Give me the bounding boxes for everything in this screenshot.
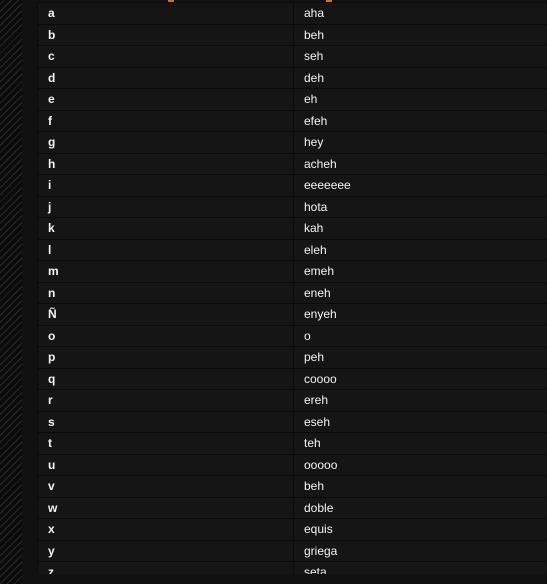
cell-letter: r — [37, 389, 294, 412]
cell-name: efeh — [293, 109, 547, 132]
table-row[interactable]: y griega — [37, 539, 547, 562]
cell-letter: h — [37, 152, 294, 175]
cell-letter: g — [37, 131, 294, 154]
hatched-left-margin — [0, 0, 22, 584]
cell-name: teh — [293, 432, 547, 455]
cell-name: peh — [293, 346, 547, 369]
cell-name: ooooo — [293, 453, 547, 476]
cell-name: eseh — [293, 410, 547, 433]
cell-name: eneh — [293, 281, 547, 304]
cell-letter: b — [37, 23, 294, 46]
cell-letter: n — [37, 281, 294, 304]
cell-name: eh — [293, 88, 547, 111]
table-region: a aha b beh c seh d deh e eh f efeh g hey h acheh i eeeee… — [37, 0, 547, 584]
table-row[interactable]: t teh — [37, 432, 547, 455]
cell-letter: l — [37, 238, 294, 261]
cell-letter: d — [37, 66, 294, 89]
cell-name: doble — [293, 496, 547, 519]
table-row[interactable]: u ooooo — [37, 453, 547, 476]
table-row[interactable]: p peh — [37, 346, 547, 369]
cell-name: deh — [293, 66, 547, 89]
cell-name: emeh — [293, 260, 547, 283]
cell-name: ereh — [293, 389, 547, 412]
page-left-margin — [22, 0, 37, 584]
cell-letter: i — [37, 174, 294, 197]
cell-letter: w — [37, 496, 294, 519]
cell-letter: a — [37, 2, 294, 25]
cell-name: eeeeeee — [293, 174, 547, 197]
page-root: a aha b beh c seh d deh e eh f efeh g hey h acheh i eeeee… — [0, 0, 547, 584]
cell-name: coooo — [293, 367, 547, 390]
table-row[interactable]: w doble — [37, 496, 547, 519]
table-row[interactable]: l eleh — [37, 238, 547, 261]
table-row[interactable]: h acheh — [37, 152, 547, 175]
cell-name: equis — [293, 518, 547, 541]
table-row[interactable]: v beh — [37, 475, 547, 498]
cell-letter: m — [37, 260, 294, 283]
table-row[interactable]: i eeeeeee — [37, 174, 547, 197]
table-row[interactable]: k kah — [37, 217, 547, 240]
cell-letter: Ñ — [37, 303, 294, 326]
table-row[interactable]: f efeh — [37, 109, 547, 132]
table-row[interactable]: j hota — [37, 195, 547, 218]
table-row[interactable]: r ereh — [37, 389, 547, 412]
cell-name: hey — [293, 131, 547, 154]
cell-letter: o — [37, 324, 294, 347]
cell-name: hota — [293, 195, 547, 218]
cell-name: enyeh — [293, 303, 547, 326]
cell-name: o — [293, 324, 547, 347]
cell-letter: s — [37, 410, 294, 433]
cell-letter: x — [37, 518, 294, 541]
table-row[interactable]: c seh — [37, 45, 547, 68]
cell-letter: t — [37, 432, 294, 455]
cell-letter: p — [37, 346, 294, 369]
table-row[interactable]: s eseh — [37, 410, 547, 433]
table-row[interactable]: b beh — [37, 23, 547, 46]
cell-letter: y — [37, 539, 294, 562]
cell-name: eleh — [293, 238, 547, 261]
cell-name: acheh — [293, 152, 547, 175]
table-row[interactable]: g hey — [37, 131, 547, 154]
cell-letter: u — [37, 453, 294, 476]
table-row[interactable]: oo — [37, 324, 547, 347]
cell-letter: q — [37, 367, 294, 390]
table-row[interactable]: a aha — [37, 2, 547, 25]
cell-name: beh — [293, 23, 547, 46]
cell-letter: c — [37, 45, 294, 68]
table-row[interactable]: m emeh — [37, 260, 547, 283]
table-row[interactable]: d deh — [37, 66, 547, 89]
cell-name: seh — [293, 45, 547, 68]
table-row[interactable]: n eneh — [37, 281, 547, 304]
table-body: a aha b beh c seh d deh e eh f efeh g hey h acheh i eeeee… — [37, 2, 547, 584]
cell-letter: e — [37, 88, 294, 111]
table-row[interactable]: q coooo — [37, 367, 547, 390]
cell-name: aha — [293, 2, 547, 25]
table-row[interactable]: x equis — [37, 518, 547, 541]
cell-name: kah — [293, 217, 547, 240]
alphabet-pronunciation-table: a aha b beh c seh d deh e eh f efeh g hey h acheh i eeeee… — [37, 2, 547, 584]
cell-name: griega — [293, 539, 547, 562]
table-row[interactable]: Ñenyeh — [37, 303, 547, 326]
cell-name: beh — [293, 475, 547, 498]
table-row[interactable]: e eh — [37, 88, 547, 111]
table-bottom-gap — [37, 574, 547, 584]
cell-letter: v — [37, 475, 294, 498]
cell-letter: k — [37, 217, 294, 240]
cell-letter: f — [37, 109, 294, 132]
cell-letter: j — [37, 195, 294, 218]
